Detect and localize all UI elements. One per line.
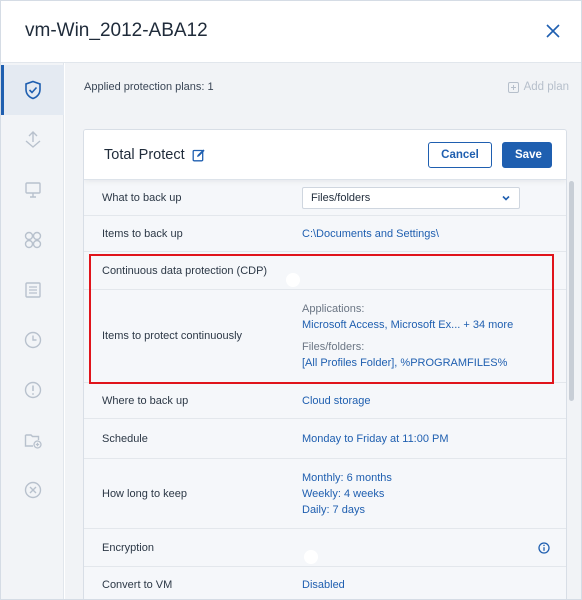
sidebar-item-protection[interactable] [1,65,64,115]
sidebar [1,63,64,599]
applications-heading: Applications: [302,303,365,315]
items-to-back-up-link[interactable]: C:\Documents and Settings\ [302,226,566,242]
cancel-button[interactable]: Cancel [428,141,492,168]
toggle-knob [304,549,318,564]
row-label: Items to protect continuously [102,330,243,342]
row-label: Schedule [102,432,148,445]
close-icon [546,24,560,38]
add-plan-button[interactable]: Add plan [507,81,569,93]
toggle-knob [286,272,300,287]
row-encryption: Encryption [84,529,566,567]
row-schedule: Schedule Monday to Friday at 11:00 PM [84,419,566,459]
protection-window: vm-Win_2012-ABA12 Applied protection pla… [0,0,582,600]
row-label: Items to back up [102,227,183,240]
sidebar-item-devices[interactable] [1,165,64,215]
applications-link[interactable]: Microsoft Access, Microsoft Ex... + 34 m… [302,317,566,333]
sidebar-item-recovery[interactable] [1,115,64,165]
clock-icon [24,331,41,349]
plan-name: Total Protect [104,146,185,163]
row-label: What to back up [102,191,182,204]
plan-settings-list: What to back up Files/folders Items to b… [84,180,566,599]
close-button[interactable] [539,17,567,45]
row-how-long-to-keep: How long to keep Monthly: 6 months Weekl… [84,459,566,529]
retention-weekly: Weekly: 4 weeks [302,487,385,500]
cancel-icon [24,481,41,499]
select-value: Files/folders [311,191,371,204]
alert-icon [24,381,41,399]
row-what-to-back-up: What to back up Files/folders [84,180,566,216]
main-content: Applied protection plans: 1 Add plan Tot… [65,63,581,599]
row-label: Encryption [102,541,154,554]
schedule-link[interactable]: Monday to Friday at 11:00 PM [302,431,566,447]
add-plan-label: Add plan [523,81,569,93]
where-to-back-up-link[interactable]: Cloud storage [302,393,566,409]
edit-icon [192,148,205,161]
scrollbar[interactable] [569,181,574,401]
applied-plans-bar: Applied protection plans: 1 Add plan [65,63,581,111]
convert-to-vm-link[interactable]: Disabled [302,577,566,593]
window-title: vm-Win_2012-ABA12 [25,20,208,41]
shield-check-icon [24,80,41,100]
sidebar-item-alerts[interactable] [1,365,64,415]
applied-plans-text: Applied protection plans: 1 [84,81,214,93]
recovery-icon [25,131,40,148]
row-items-to-back-up: Items to back up C:\Documents and Settin… [84,216,566,252]
sidebar-item-add-folder[interactable] [1,415,64,465]
retention-link[interactable]: Monthly: 6 months Weekly: 4 weeks Daily:… [302,470,566,518]
save-button[interactable]: Save [502,141,552,168]
row-cdp: Continuous data protection (CDP) [84,252,566,290]
monitor-icon [24,182,41,198]
row-label: How long to keep [102,487,187,500]
info-icon [538,541,550,554]
encryption-info-button[interactable] [538,541,550,554]
retention-daily: Daily: 7 days [302,503,365,516]
activities-icon [24,231,41,249]
chevron-down-icon [502,195,510,201]
files-folders-link[interactable]: [All Profiles Folder], %PROGRAMFILES% [302,355,566,371]
plan-header: Total Protect Cancel Save [84,130,566,180]
sidebar-item-cancel[interactable] [1,465,64,515]
row-label: Where to back up [102,394,189,407]
files-folders-heading: Files/folders: [302,341,365,353]
title-bar: vm-Win_2012-ABA12 [1,1,581,63]
row-where-to-back-up: Where to back up Cloud storage [84,383,566,419]
edit-plan-name-button[interactable] [192,148,206,162]
row-convert-to-vm: Convert to VM Disabled [84,567,566,599]
retention-monthly: Monthly: 6 months [302,471,392,484]
row-label: Continuous data protection (CDP) [102,264,268,277]
sidebar-item-history[interactable] [1,315,64,365]
document-list-icon [24,282,41,298]
protection-plan-panel: Total Protect Cancel Save What to back u… [83,129,567,599]
folder-add-icon [24,434,42,449]
plus-box-icon [507,81,519,93]
sidebar-item-activities[interactable] [1,215,64,265]
what-to-back-up-select[interactable]: Files/folders [302,186,520,209]
sidebar-item-reports[interactable] [1,265,64,315]
row-label: Convert to VM [102,578,173,591]
row-items-to-protect: Items to protect continuously Applicatio… [84,290,566,383]
